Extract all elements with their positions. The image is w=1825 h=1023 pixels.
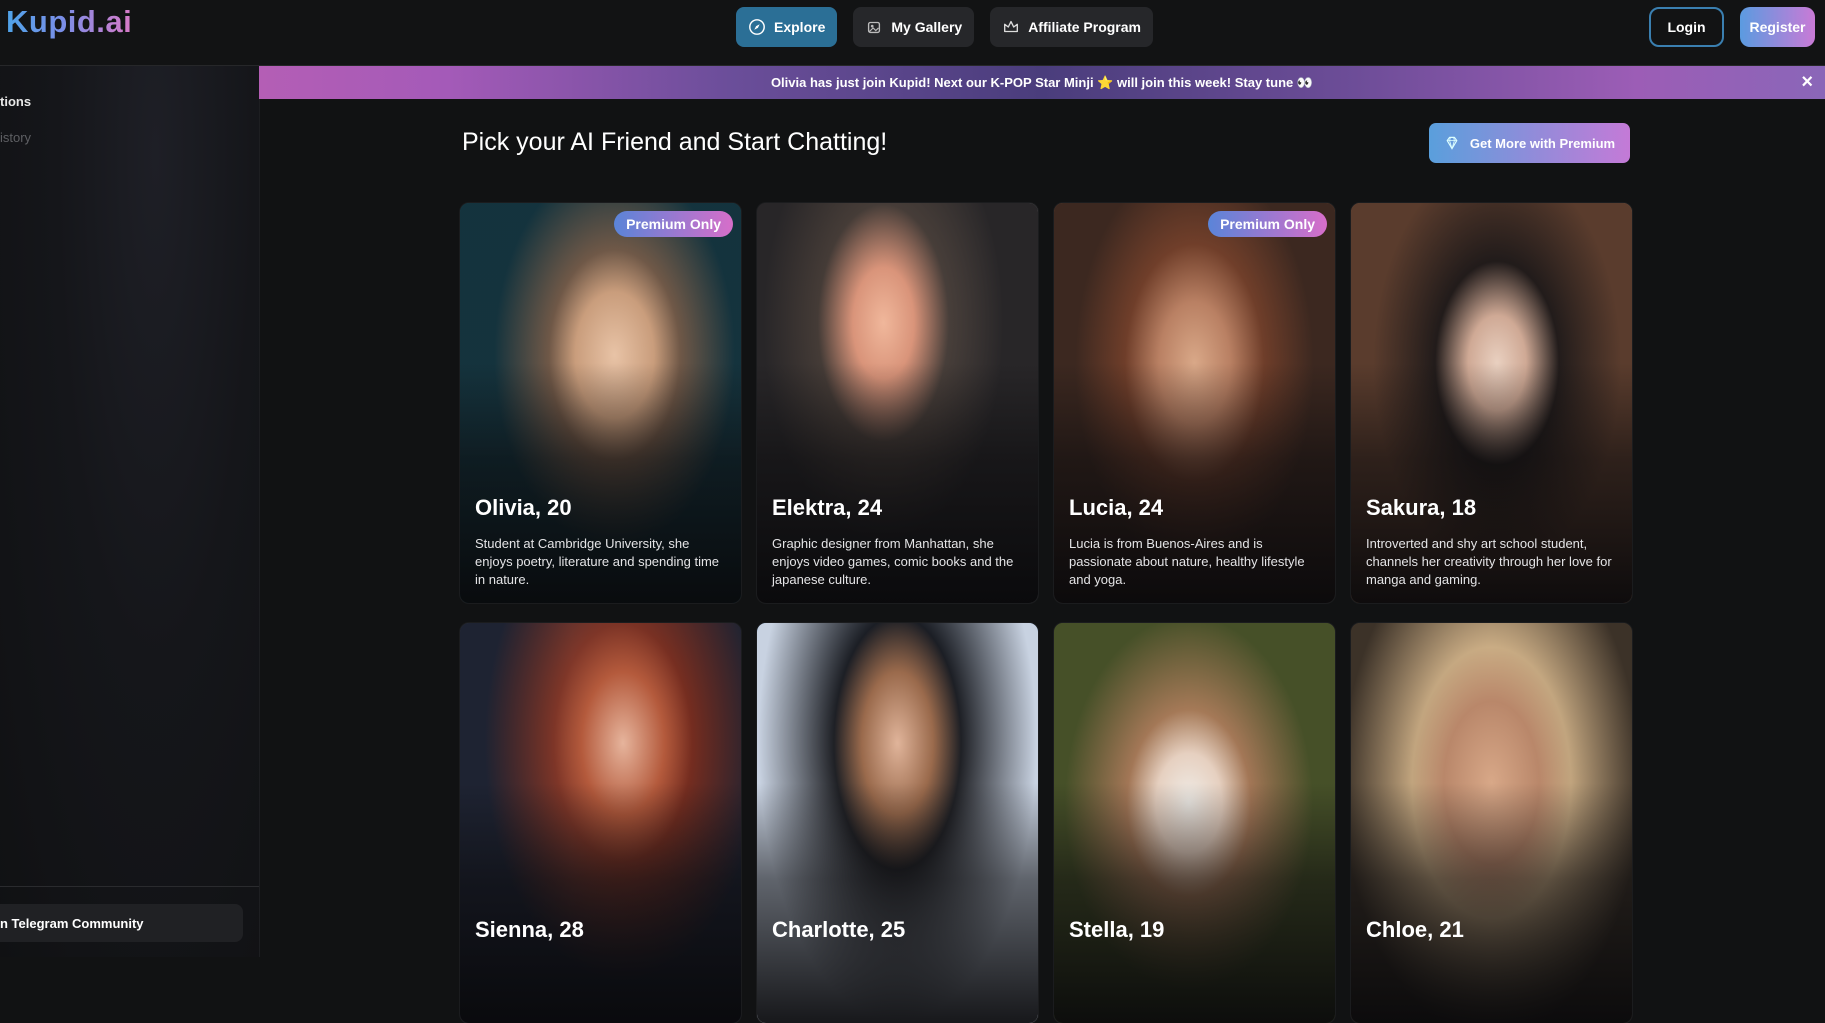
nav-affiliate-label: Affiliate Program bbox=[1028, 19, 1141, 35]
page-title: Pick your AI Friend and Start Chatting! bbox=[462, 128, 888, 156]
crown-icon bbox=[1004, 20, 1019, 33]
character-card-sakura[interactable]: Sakura, 18 Introverted and shy art schoo… bbox=[1351, 203, 1632, 603]
nav-affiliate-button[interactable]: Affiliate Program bbox=[990, 7, 1153, 47]
character-card-stella[interactable]: Stella, 19 bbox=[1054, 623, 1335, 1023]
announcement-text: Olivia has just join Kupid! Next our K-P… bbox=[770, 74, 1314, 90]
character-name: Stella, 19 bbox=[1069, 917, 1165, 942]
character-name: Lucia, 24 bbox=[1069, 495, 1164, 520]
character-name: Elektra, 24 bbox=[772, 495, 883, 520]
character-description: Introverted and shy art school student, … bbox=[1366, 536, 1612, 587]
diamond-icon bbox=[1446, 136, 1458, 150]
character-card-sienna[interactable]: Sienna, 28 bbox=[460, 623, 741, 1023]
sidebar: tions istory n Telegram Community bbox=[0, 66, 260, 957]
card-overlay bbox=[1351, 783, 1632, 1023]
character-description: Lucia is from Buenos-Aires and is passio… bbox=[1069, 536, 1305, 587]
character-card-elektra[interactable]: Elektra, 24 Graphic designer from Manhat… bbox=[757, 203, 1038, 603]
nav-explore-label: Explore bbox=[774, 19, 826, 35]
character-card-charlotte[interactable]: Charlotte, 25 bbox=[757, 623, 1038, 1023]
card-overlay bbox=[460, 783, 741, 1023]
gallery-icon bbox=[868, 21, 881, 34]
nav-gallery-button[interactable]: My Gallery bbox=[853, 7, 975, 47]
character-name: Olivia, 20 bbox=[475, 495, 572, 520]
character-name: Sakura, 18 bbox=[1366, 495, 1477, 520]
card-overlay bbox=[1054, 783, 1335, 1023]
top-navbar: Kupid.ai Explore My Gallery Affiliate Pr… bbox=[0, 0, 1825, 66]
login-button[interactable]: Login bbox=[1649, 7, 1724, 47]
character-description: Student at Cambridge University, she enj… bbox=[475, 536, 720, 587]
character-card-chloe[interactable]: Chloe, 21 bbox=[1351, 623, 1632, 1023]
announcement-banner: Olivia has just join Kupid! Next our K-P… bbox=[259, 66, 1825, 99]
character-name: Sienna, 28 bbox=[475, 917, 584, 942]
character-description: Graphic designer from Manhattan, she enj… bbox=[772, 536, 1014, 587]
character-name: Chloe, 21 bbox=[1366, 917, 1464, 942]
logo[interactable]: Kupid.ai bbox=[6, 4, 132, 40]
telegram-community-button[interactable]: n Telegram Community bbox=[0, 904, 243, 942]
character-name: Charlotte, 25 bbox=[772, 917, 906, 942]
compass-icon bbox=[749, 19, 765, 35]
nav-explore-button[interactable]: Explore bbox=[736, 7, 838, 47]
get-premium-button[interactable]: Get More with Premium bbox=[1429, 123, 1630, 163]
character-card-olivia[interactable]: Premium Only Olivia, 20 Student at Cambr… bbox=[460, 203, 741, 603]
get-premium-label: Get More with Premium bbox=[1469, 135, 1616, 151]
card-overlay bbox=[757, 783, 1038, 1023]
sidebar-item-options[interactable]: tions bbox=[0, 94, 31, 109]
register-button[interactable]: Register bbox=[1740, 7, 1815, 47]
sidebar-item-history[interactable]: istory bbox=[0, 130, 31, 145]
main-nav: Explore My Gallery Affiliate Program bbox=[736, 7, 1153, 47]
nav-gallery-label: My Gallery bbox=[891, 19, 963, 35]
close-icon[interactable]: × bbox=[1801, 72, 1813, 92]
character-card-lucia[interactable]: Premium Only Lucia, 24 Lucia is from Bue… bbox=[1054, 203, 1335, 603]
premium-only-badge: Premium Only bbox=[614, 211, 733, 237]
premium-only-badge: Premium Only bbox=[1208, 211, 1327, 237]
sidebar-divider bbox=[0, 886, 259, 887]
